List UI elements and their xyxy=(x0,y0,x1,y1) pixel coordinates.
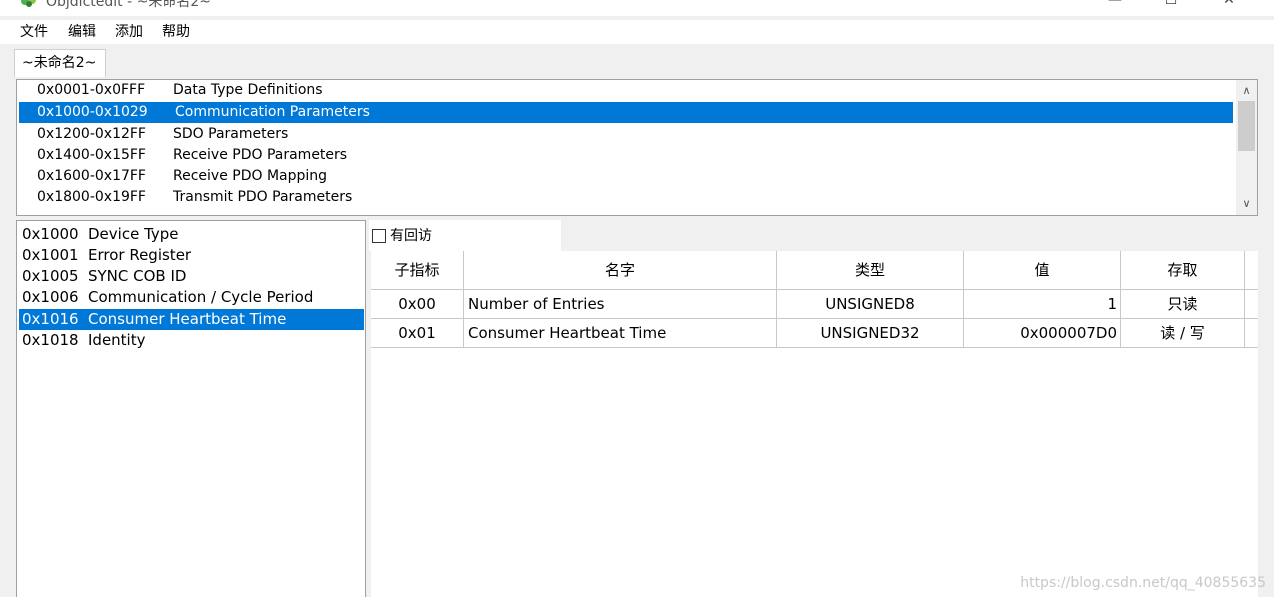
index-name: Consumer Heartbeat Time xyxy=(88,310,287,328)
menu-help[interactable]: 帮助 xyxy=(161,22,191,42)
range-code: 0x1600-0x17FF xyxy=(37,168,146,184)
index-code: 0x1006 xyxy=(22,288,79,306)
callback-checkbox-label[interactable]: 有回访 xyxy=(390,226,432,246)
index-item[interactable]: 0x1006 Communication / Cycle Period xyxy=(19,287,364,308)
range-list-scrollbar[interactable]: ∧ ∨ xyxy=(1236,80,1257,215)
maximize-button[interactable]: ☐ xyxy=(1148,0,1194,14)
header-subindex[interactable]: 子指标 xyxy=(371,251,464,290)
range-code: 0x1000-0x1029 xyxy=(37,104,148,120)
window-title: Objdictedit - ~未命名2~ xyxy=(46,0,211,10)
cell-type[interactable]: UNSIGNED32 xyxy=(777,319,964,347)
header-name[interactable]: 名字 xyxy=(464,251,777,290)
scroll-down-icon[interactable]: ∨ xyxy=(1236,194,1257,214)
index-item[interactable]: 0x1018 Identity xyxy=(19,330,364,351)
callback-checkbox[interactable] xyxy=(372,229,386,243)
minimize-button[interactable]: — xyxy=(1092,0,1138,14)
range-item[interactable]: 0x0001-0x0FFF Data Type Definitions xyxy=(19,80,1233,101)
table-row[interactable]: 0x00 Number of Entries UNSIGNED8 1 只读 xyxy=(371,290,1258,319)
app-icon xyxy=(21,0,36,7)
menu-edit[interactable]: 编辑 xyxy=(67,22,97,42)
index-code: 0x1018 xyxy=(22,331,79,349)
range-item[interactable]: 0x1200-0x12FF SDO Parameters xyxy=(19,124,1233,145)
menu-file[interactable]: 文件 xyxy=(19,22,49,42)
range-item[interactable]: 0x1600-0x17FF Receive PDO Mapping xyxy=(19,166,1233,187)
cell-subindex: 0x01 xyxy=(371,319,464,347)
cell-name[interactable]: Consumer Heartbeat Time xyxy=(464,319,777,347)
index-list[interactable]: 0x1000 Device Type 0x1001 Error Register… xyxy=(16,220,366,597)
index-code: 0x1000 xyxy=(22,225,79,243)
grid-header: 子指标 名字 类型 值 存取 xyxy=(371,251,1258,290)
header-access[interactable]: 存取 xyxy=(1121,251,1245,290)
callback-checkbox-area[interactable]: 有回访 xyxy=(369,220,561,251)
cell-access[interactable]: 只读 xyxy=(1121,290,1245,318)
cell-name[interactable]: Number of Entries xyxy=(464,290,777,318)
cell-subindex: 0x00 xyxy=(371,290,464,318)
subindex-pane: 有回访 子指标 名字 类型 值 存取 0x00 Number of Entrie… xyxy=(369,220,1258,597)
range-item[interactable]: 0x1400-0x15FF Receive PDO Parameters xyxy=(19,145,1233,166)
index-item[interactable]: 0x1001 Error Register xyxy=(19,245,364,266)
cell-access[interactable]: 读 / 写 xyxy=(1121,319,1245,347)
range-desc: Communication Parameters xyxy=(175,104,370,120)
range-desc: Transmit PDO Parameters xyxy=(173,189,353,205)
range-code: 0x0001-0x0FFF xyxy=(37,82,146,98)
scroll-up-icon[interactable]: ∧ xyxy=(1236,81,1257,101)
menu-bar: 文件 编辑 添加 帮助 xyxy=(0,20,1274,44)
cell-type[interactable]: UNSIGNED8 xyxy=(777,290,964,318)
index-name: Communication / Cycle Period xyxy=(88,288,314,306)
range-code: 0x1800-0x19FF xyxy=(37,189,146,205)
range-desc: Receive PDO Mapping xyxy=(173,168,328,184)
subindex-grid: 子指标 名字 类型 值 存取 0x00 Number of Entries UN… xyxy=(371,251,1258,597)
header-type[interactable]: 类型 xyxy=(777,251,964,290)
index-item-selected[interactable]: 0x1016 Consumer Heartbeat Time xyxy=(19,309,364,330)
index-name: Identity xyxy=(88,331,146,349)
table-row[interactable]: 0x01 Consumer Heartbeat Time UNSIGNED32 … xyxy=(371,319,1258,348)
title-bar: Objdictedit - ~未命名2~ — ☐ ✕ xyxy=(0,0,1274,16)
index-item[interactable]: 0x1005 SYNC COB ID xyxy=(19,266,364,287)
tab-document[interactable]: ~未命名2~ xyxy=(14,49,106,77)
range-desc: Data Type Definitions xyxy=(173,82,323,98)
index-name: Device Type xyxy=(88,225,179,243)
index-item[interactable]: 0x1000 Device Type xyxy=(19,224,364,245)
range-code: 0x1400-0x15FF xyxy=(37,147,146,163)
cell-value[interactable]: 0x000007D0 xyxy=(964,319,1121,347)
index-code: 0x1016 xyxy=(22,310,79,328)
index-name: Error Register xyxy=(88,246,192,264)
tab-strip: ~未命名2~ xyxy=(0,44,1274,77)
range-desc: SDO Parameters xyxy=(173,126,289,142)
index-name: SYNC COB ID xyxy=(88,267,187,285)
index-code: 0x1005 xyxy=(22,267,79,285)
index-code: 0x1001 xyxy=(22,246,79,264)
range-list[interactable]: 0x0001-0x0FFF Data Type Definitions 0x10… xyxy=(16,79,1258,216)
header-value[interactable]: 值 xyxy=(964,251,1121,290)
cell-value[interactable]: 1 xyxy=(964,290,1121,318)
range-item-selected[interactable]: 0x1000-0x1029 Communication Parameters xyxy=(19,102,1233,123)
range-code: 0x1200-0x12FF xyxy=(37,126,146,142)
menu-add[interactable]: 添加 xyxy=(114,22,144,42)
scroll-thumb[interactable] xyxy=(1238,101,1255,151)
watermark: https://blog.csdn.net/qq_40855635 xyxy=(1020,575,1266,591)
close-button[interactable]: ✕ xyxy=(1206,0,1252,14)
range-desc: Receive PDO Parameters xyxy=(173,147,348,163)
range-item[interactable]: 0x1800-0x19FF Transmit PDO Parameters xyxy=(19,187,1233,208)
